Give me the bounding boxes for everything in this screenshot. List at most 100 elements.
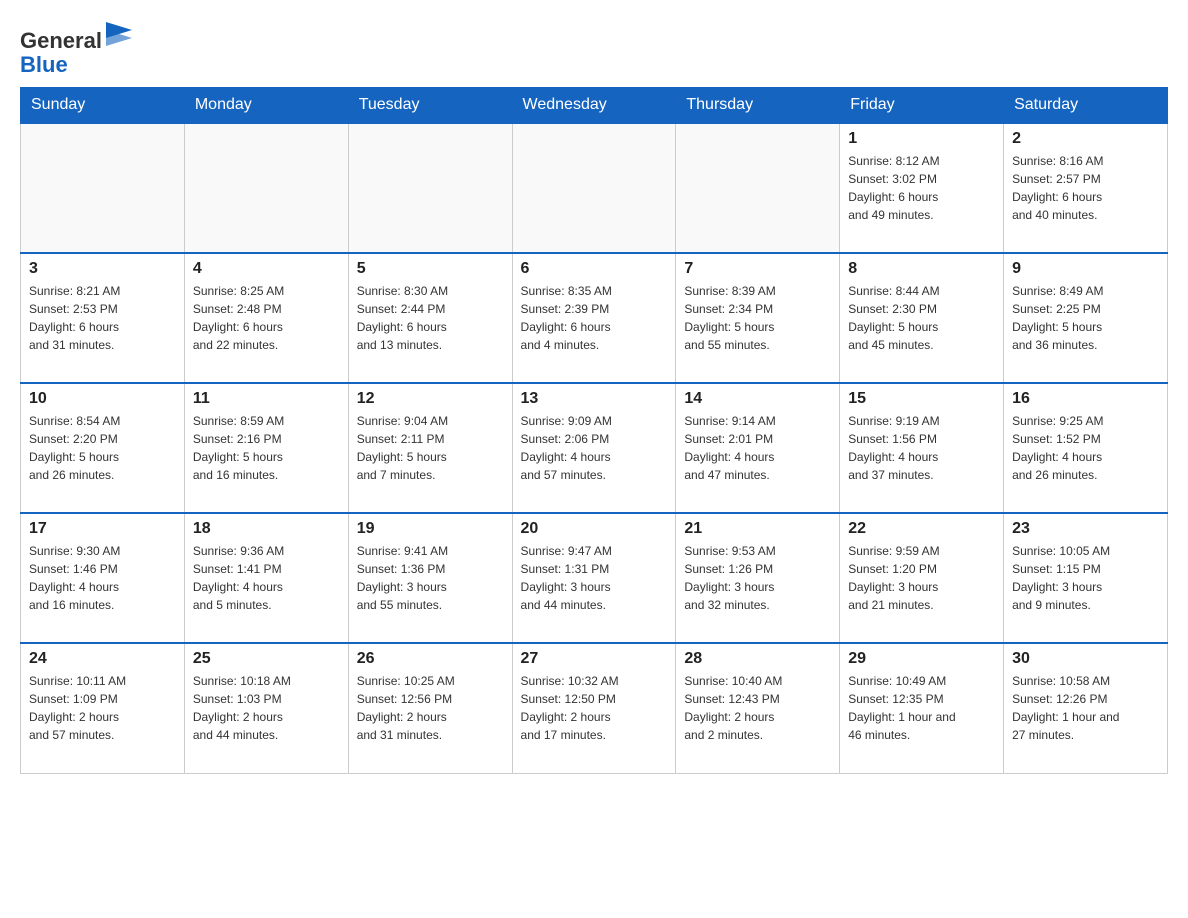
calendar-cell: 21 Sunrise: 9:53 AM Sunset: 1:26 PM Dayli… [676, 513, 840, 643]
calendar-cell: 20 Sunrise: 9:47 AM Sunset: 1:31 PM Dayli… [512, 513, 676, 643]
day-number: 3 [29, 260, 176, 278]
day-info: Sunrise: 9:14 AM Sunset: 2:01 PM Dayligh… [684, 412, 831, 484]
day-info: Sunrise: 10:11 AM Sunset: 1:09 PM Daylig… [29, 672, 176, 744]
day-number: 4 [193, 260, 340, 278]
weekday-header-saturday: Saturday [1004, 88, 1168, 124]
day-number: 22 [848, 520, 995, 538]
day-number: 28 [684, 650, 831, 668]
calendar-week-row: 24Sunrise: 10:11 AM Sunset: 1:09 PM Dayl… [21, 643, 1168, 773]
weekday-header-thursday: Thursday [676, 88, 840, 124]
calendar-week-row: 1 Sunrise: 8:12 AM Sunset: 3:02 PM Daylig… [21, 123, 1168, 253]
day-number: 30 [1012, 650, 1159, 668]
calendar-cell: 4 Sunrise: 8:25 AM Sunset: 2:48 PM Daylig… [184, 253, 348, 383]
weekday-header-tuesday: Tuesday [348, 88, 512, 124]
day-info: Sunrise: 8:54 AM Sunset: 2:20 PM Dayligh… [29, 412, 176, 484]
weekday-header-monday: Monday [184, 88, 348, 124]
calendar-cell: 16 Sunrise: 9:25 AM Sunset: 1:52 PM Dayli… [1004, 383, 1168, 513]
day-number: 14 [684, 390, 831, 408]
day-info: Sunrise: 8:44 AM Sunset: 2:30 PM Dayligh… [848, 282, 995, 354]
day-info: Sunrise: 9:19 AM Sunset: 1:56 PM Dayligh… [848, 412, 995, 484]
calendar-cell [348, 123, 512, 253]
logo-flag-icon [104, 20, 136, 48]
day-info: Sunrise: 10:40 AM Sunset: 12:43 PM Dayli… [684, 672, 831, 744]
calendar-cell: 14 Sunrise: 9:14 AM Sunset: 2:01 PM Dayli… [676, 383, 840, 513]
day-info: Sunrise: 9:09 AM Sunset: 2:06 PM Dayligh… [521, 412, 668, 484]
logo: General Blue [20, 20, 136, 77]
day-number: 10 [29, 390, 176, 408]
calendar-week-row: 3 Sunrise: 8:21 AM Sunset: 2:53 PM Daylig… [21, 253, 1168, 383]
day-number: 23 [1012, 520, 1159, 538]
day-number: 26 [357, 650, 504, 668]
day-number: 18 [193, 520, 340, 538]
day-number: 17 [29, 520, 176, 538]
calendar-cell: 28 Sunrise: 10:40 AM Sunset: 12:43 PM Day… [676, 643, 840, 773]
calendar-cell: 23 Sunrise: 10:05 AM Sunset: 1:15 PM Dayl… [1004, 513, 1168, 643]
calendar-cell: 22 Sunrise: 9:59 AM Sunset: 1:20 PM Dayli… [840, 513, 1004, 643]
weekday-header-wednesday: Wednesday [512, 88, 676, 124]
day-number: 7 [684, 260, 831, 278]
logo-text: General Blue [20, 20, 136, 77]
calendar-cell: 7 Sunrise: 8:39 AM Sunset: 2:34 PM Daylig… [676, 253, 840, 383]
page-header: General Blue [20, 20, 1168, 77]
day-number: 21 [684, 520, 831, 538]
day-number: 11 [193, 390, 340, 408]
calendar-week-row: 17 Sunrise: 9:30 AM Sunset: 1:46 PM Dayli… [21, 513, 1168, 643]
day-info: Sunrise: 10:49 AM Sunset: 12:35 PM Dayli… [848, 672, 995, 744]
calendar-cell: 6 Sunrise: 8:35 AM Sunset: 2:39 PM Daylig… [512, 253, 676, 383]
calendar-cell: 18 Sunrise: 9:36 AM Sunset: 1:41 PM Dayli… [184, 513, 348, 643]
calendar-table: SundayMondayTuesdayWednesdayThursdayFrid… [20, 87, 1168, 774]
day-info: Sunrise: 8:25 AM Sunset: 2:48 PM Dayligh… [193, 282, 340, 354]
day-info: Sunrise: 9:47 AM Sunset: 1:31 PM Dayligh… [521, 542, 668, 614]
calendar-cell: 1 Sunrise: 8:12 AM Sunset: 3:02 PM Daylig… [840, 123, 1004, 253]
day-number: 15 [848, 390, 995, 408]
calendar-cell [21, 123, 185, 253]
day-number: 12 [357, 390, 504, 408]
day-number: 5 [357, 260, 504, 278]
day-number: 6 [521, 260, 668, 278]
day-info: Sunrise: 8:16 AM Sunset: 2:57 PM Dayligh… [1012, 152, 1159, 224]
day-number: 13 [521, 390, 668, 408]
day-number: 1 [848, 130, 995, 148]
calendar-cell: 5 Sunrise: 8:30 AM Sunset: 2:44 PM Daylig… [348, 253, 512, 383]
day-info: Sunrise: 8:35 AM Sunset: 2:39 PM Dayligh… [521, 282, 668, 354]
weekday-header-sunday: Sunday [21, 88, 185, 124]
calendar-cell: 27 Sunrise: 10:32 AM Sunset: 12:50 PM Day… [512, 643, 676, 773]
calendar-cell: 13 Sunrise: 9:09 AM Sunset: 2:06 PM Dayli… [512, 383, 676, 513]
calendar-cell [676, 123, 840, 253]
day-info: Sunrise: 10:18 AM Sunset: 1:03 PM Daylig… [193, 672, 340, 744]
calendar-cell: 2 Sunrise: 8:16 AM Sunset: 2:57 PM Daylig… [1004, 123, 1168, 253]
calendar-week-row: 10 Sunrise: 8:54 AM Sunset: 2:20 PM Dayli… [21, 383, 1168, 513]
calendar-cell: 24Sunrise: 10:11 AM Sunset: 1:09 PM Dayl… [21, 643, 185, 773]
day-number: 29 [848, 650, 995, 668]
day-info: Sunrise: 8:39 AM Sunset: 2:34 PM Dayligh… [684, 282, 831, 354]
day-info: Sunrise: 8:12 AM Sunset: 3:02 PM Dayligh… [848, 152, 995, 224]
day-number: 27 [521, 650, 668, 668]
calendar-cell: 26 Sunrise: 10:25 AM Sunset: 12:56 PM Day… [348, 643, 512, 773]
calendar-cell: 29 Sunrise: 10:49 AM Sunset: 12:35 PM Day… [840, 643, 1004, 773]
calendar-cell: 15 Sunrise: 9:19 AM Sunset: 1:56 PM Dayli… [840, 383, 1004, 513]
day-info: Sunrise: 10:05 AM Sunset: 1:15 PM Daylig… [1012, 542, 1159, 614]
calendar-cell: 10 Sunrise: 8:54 AM Sunset: 2:20 PM Dayli… [21, 383, 185, 513]
calendar-cell: 9Sunrise: 8:49 AM Sunset: 2:25 PM Daylig… [1004, 253, 1168, 383]
weekday-header-row: SundayMondayTuesdayWednesdayThursdayFrid… [21, 88, 1168, 124]
day-info: Sunrise: 9:41 AM Sunset: 1:36 PM Dayligh… [357, 542, 504, 614]
day-number: 25 [193, 650, 340, 668]
day-info: Sunrise: 9:53 AM Sunset: 1:26 PM Dayligh… [684, 542, 831, 614]
day-info: Sunrise: 9:30 AM Sunset: 1:46 PM Dayligh… [29, 542, 176, 614]
day-number: 2 [1012, 130, 1159, 148]
day-info: Sunrise: 8:49 AM Sunset: 2:25 PM Dayligh… [1012, 282, 1159, 354]
day-info: Sunrise: 8:21 AM Sunset: 2:53 PM Dayligh… [29, 282, 176, 354]
day-number: 20 [521, 520, 668, 538]
day-number: 8 [848, 260, 995, 278]
calendar-cell: 25 Sunrise: 10:18 AM Sunset: 1:03 PM Dayl… [184, 643, 348, 773]
day-info: Sunrise: 10:25 AM Sunset: 12:56 PM Dayli… [357, 672, 504, 744]
day-info: Sunrise: 9:25 AM Sunset: 1:52 PM Dayligh… [1012, 412, 1159, 484]
day-info: Sunrise: 10:32 AM Sunset: 12:50 PM Dayli… [521, 672, 668, 744]
day-info: Sunrise: 8:30 AM Sunset: 2:44 PM Dayligh… [357, 282, 504, 354]
day-info: Sunrise: 9:36 AM Sunset: 1:41 PM Dayligh… [193, 542, 340, 614]
day-info: Sunrise: 9:59 AM Sunset: 1:20 PM Dayligh… [848, 542, 995, 614]
calendar-cell: 3 Sunrise: 8:21 AM Sunset: 2:53 PM Daylig… [21, 253, 185, 383]
calendar-cell [184, 123, 348, 253]
day-number: 16 [1012, 390, 1159, 408]
day-info: Sunrise: 9:04 AM Sunset: 2:11 PM Dayligh… [357, 412, 504, 484]
